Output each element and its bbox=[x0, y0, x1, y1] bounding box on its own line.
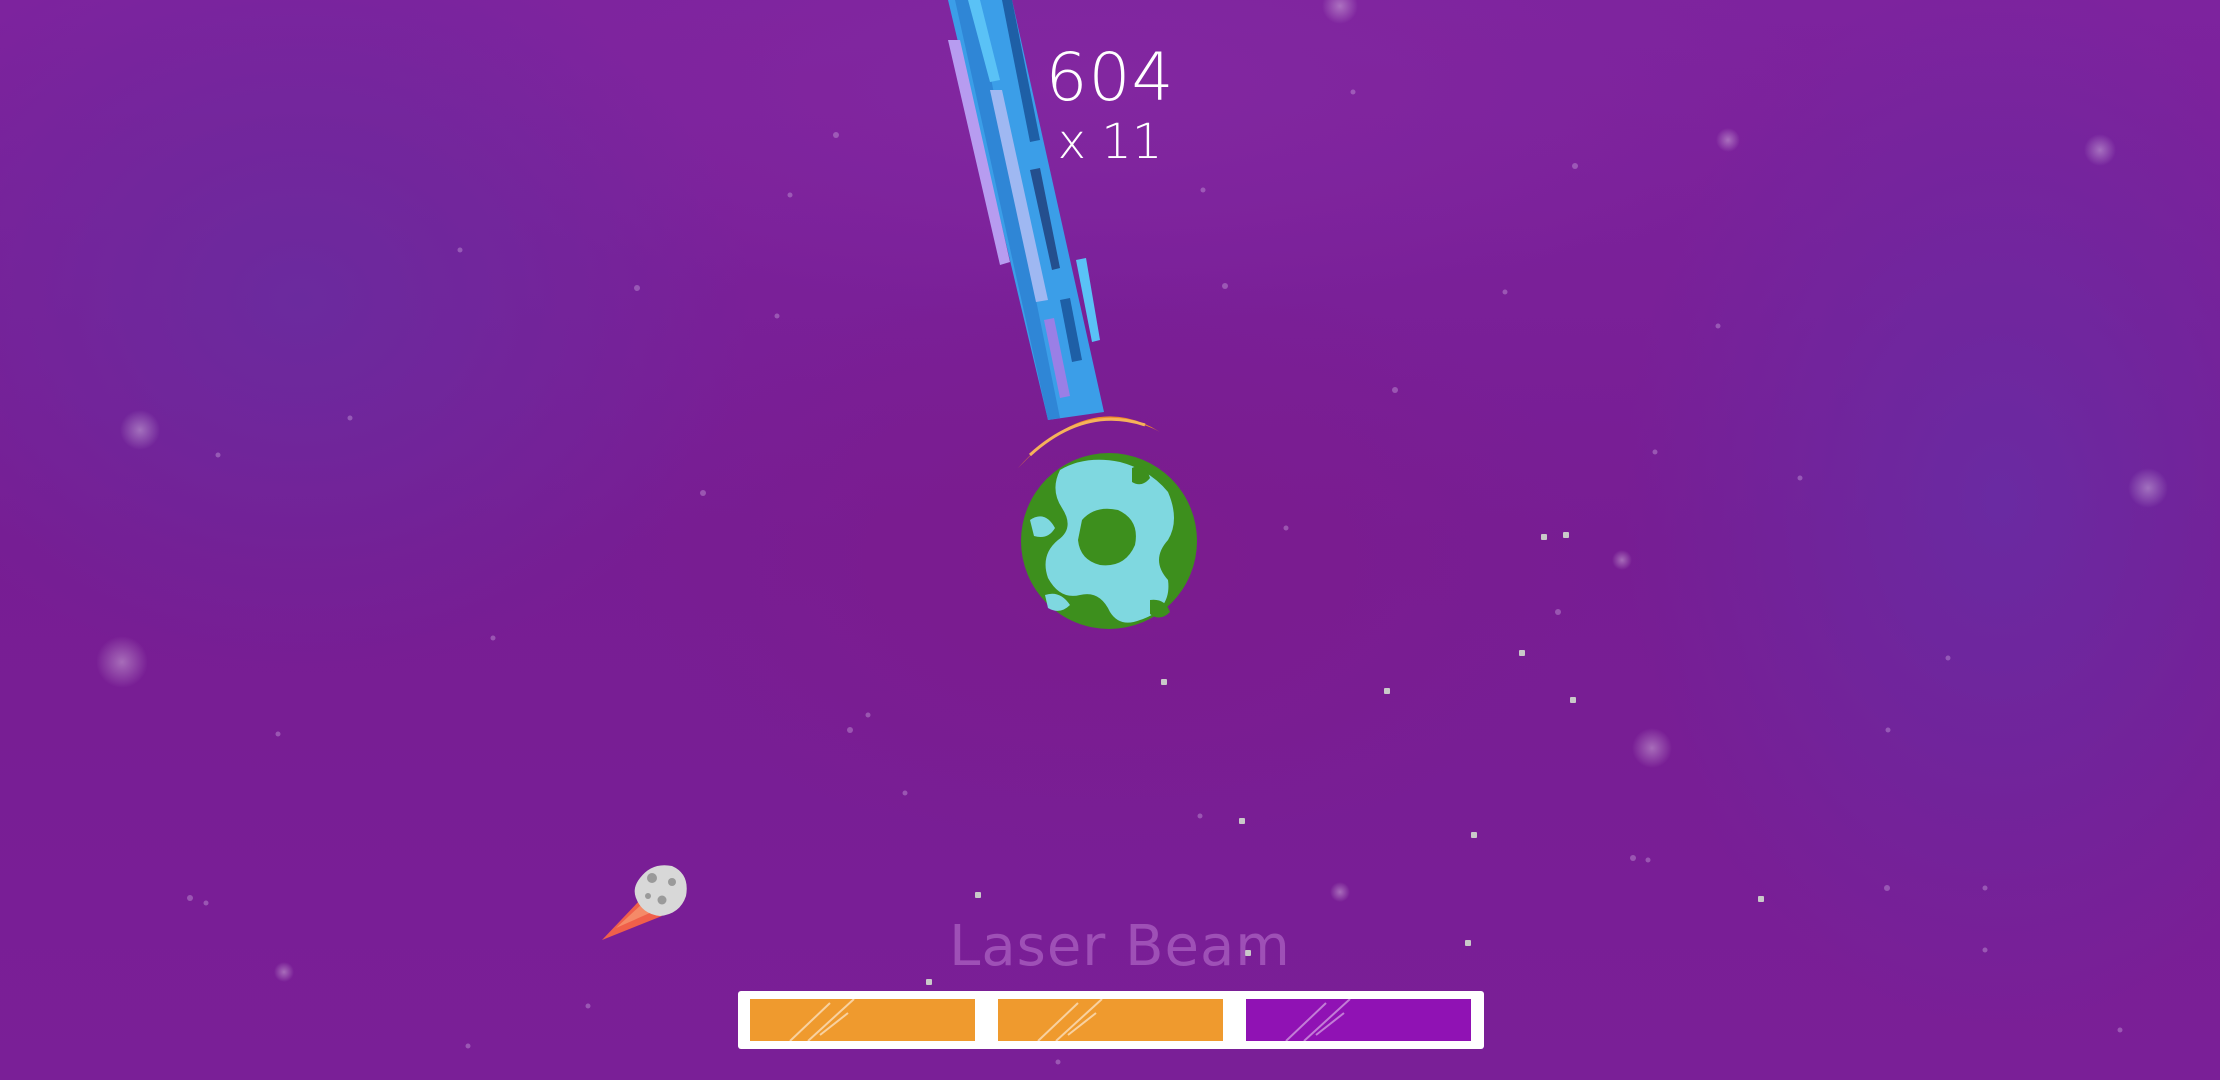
asteroid-icon bbox=[602, 865, 687, 940]
score-value: 604 bbox=[1045, 39, 1175, 116]
power-segment-2-fill bbox=[998, 999, 1223, 1041]
power-segment-3 bbox=[1246, 999, 1472, 1041]
power-meter bbox=[738, 991, 1484, 1049]
power-segment-2 bbox=[998, 999, 1224, 1041]
power-segment-1-fill bbox=[750, 999, 975, 1041]
game-stage[interactable]: 604 x 11 Laser Beam bbox=[0, 0, 2220, 1080]
planet-earth-icon bbox=[1021, 453, 1197, 629]
power-segment-1 bbox=[750, 999, 976, 1041]
powerup-name-label: Laser Beam bbox=[949, 914, 1291, 979]
score-multiplier: x 11 bbox=[1057, 114, 1163, 170]
power-segment-3-fill bbox=[1246, 999, 1471, 1041]
